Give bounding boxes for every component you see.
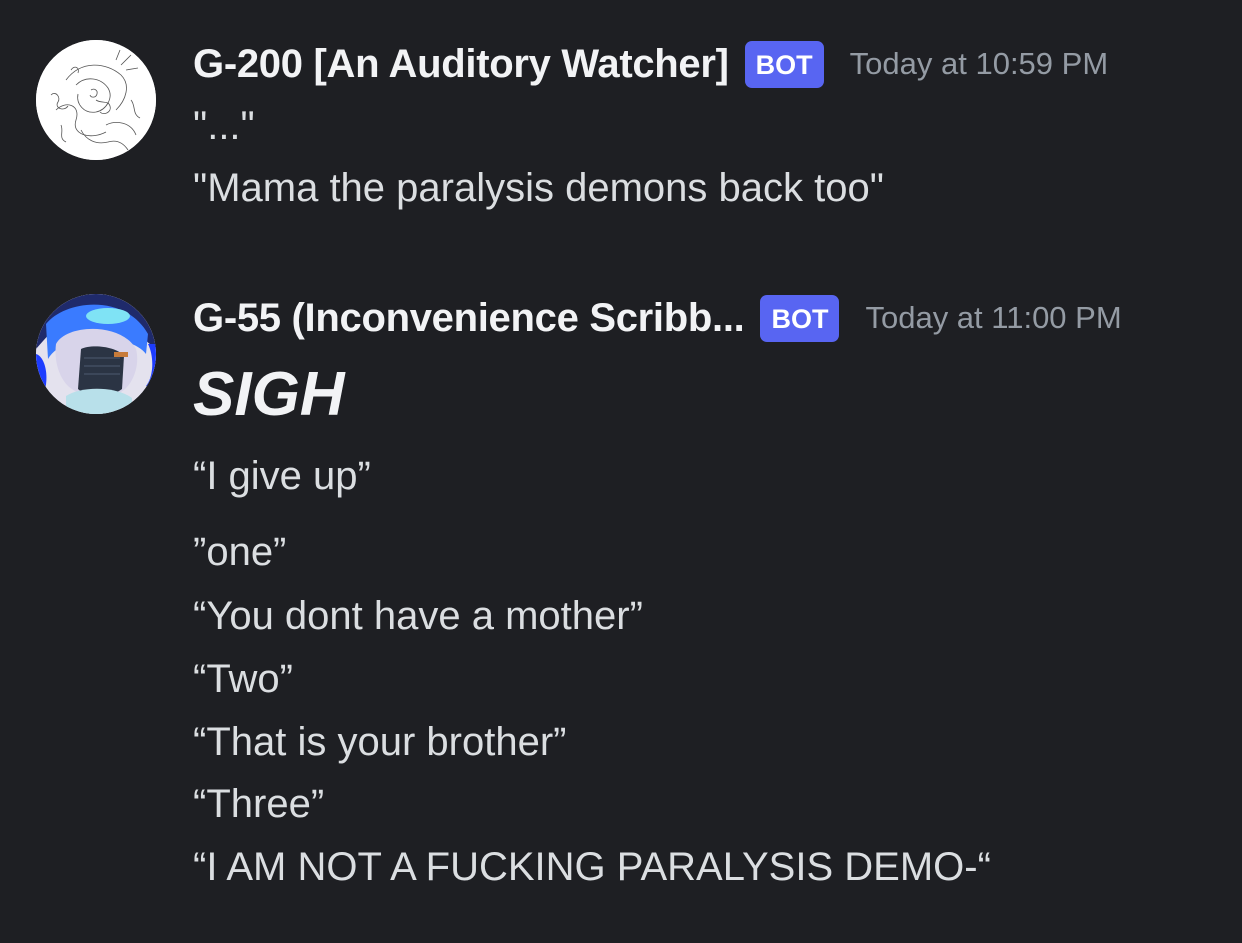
- message-line: “Three”: [193, 782, 325, 826]
- message-line: "Mama the paralysis demons back too": [193, 166, 884, 210]
- bot-badge: BOT: [760, 294, 840, 342]
- message-heading: SIGH: [193, 360, 345, 429]
- avatar-g55[interactable]: [36, 294, 156, 414]
- message-header: G-55 (Inconvenience Scribb... BOT Today …: [193, 294, 1122, 342]
- username[interactable]: G-200 [An Auditory Watcher]: [193, 42, 729, 87]
- message-line: “Two”: [193, 657, 293, 701]
- username[interactable]: G-55 (Inconvenience Scribb...: [193, 296, 745, 341]
- avatar-g200[interactable]: [36, 40, 156, 160]
- message-line: “I give up”: [193, 454, 371, 498]
- message-line: ”one”: [193, 530, 287, 574]
- message-header: G-200 [An Auditory Watcher] BOT Today at…: [193, 40, 1108, 88]
- chat-log: G-200 [An Auditory Watcher] BOT Today at…: [0, 0, 1242, 943]
- timestamp: Today at 10:59 PM: [849, 46, 1109, 81]
- character-avatar-icon: [36, 294, 156, 414]
- sketch-avatar-icon: [36, 40, 156, 160]
- message-line: “You dont have a mother”: [193, 594, 643, 638]
- bot-badge: BOT: [744, 40, 824, 88]
- message-line: “I AM NOT A FUCKING PARALYSIS DEMO-“: [193, 845, 991, 889]
- message-line: “That is your brother”: [193, 720, 567, 764]
- message-line: "...": [193, 104, 255, 148]
- timestamp: Today at 11:00 PM: [865, 300, 1122, 335]
